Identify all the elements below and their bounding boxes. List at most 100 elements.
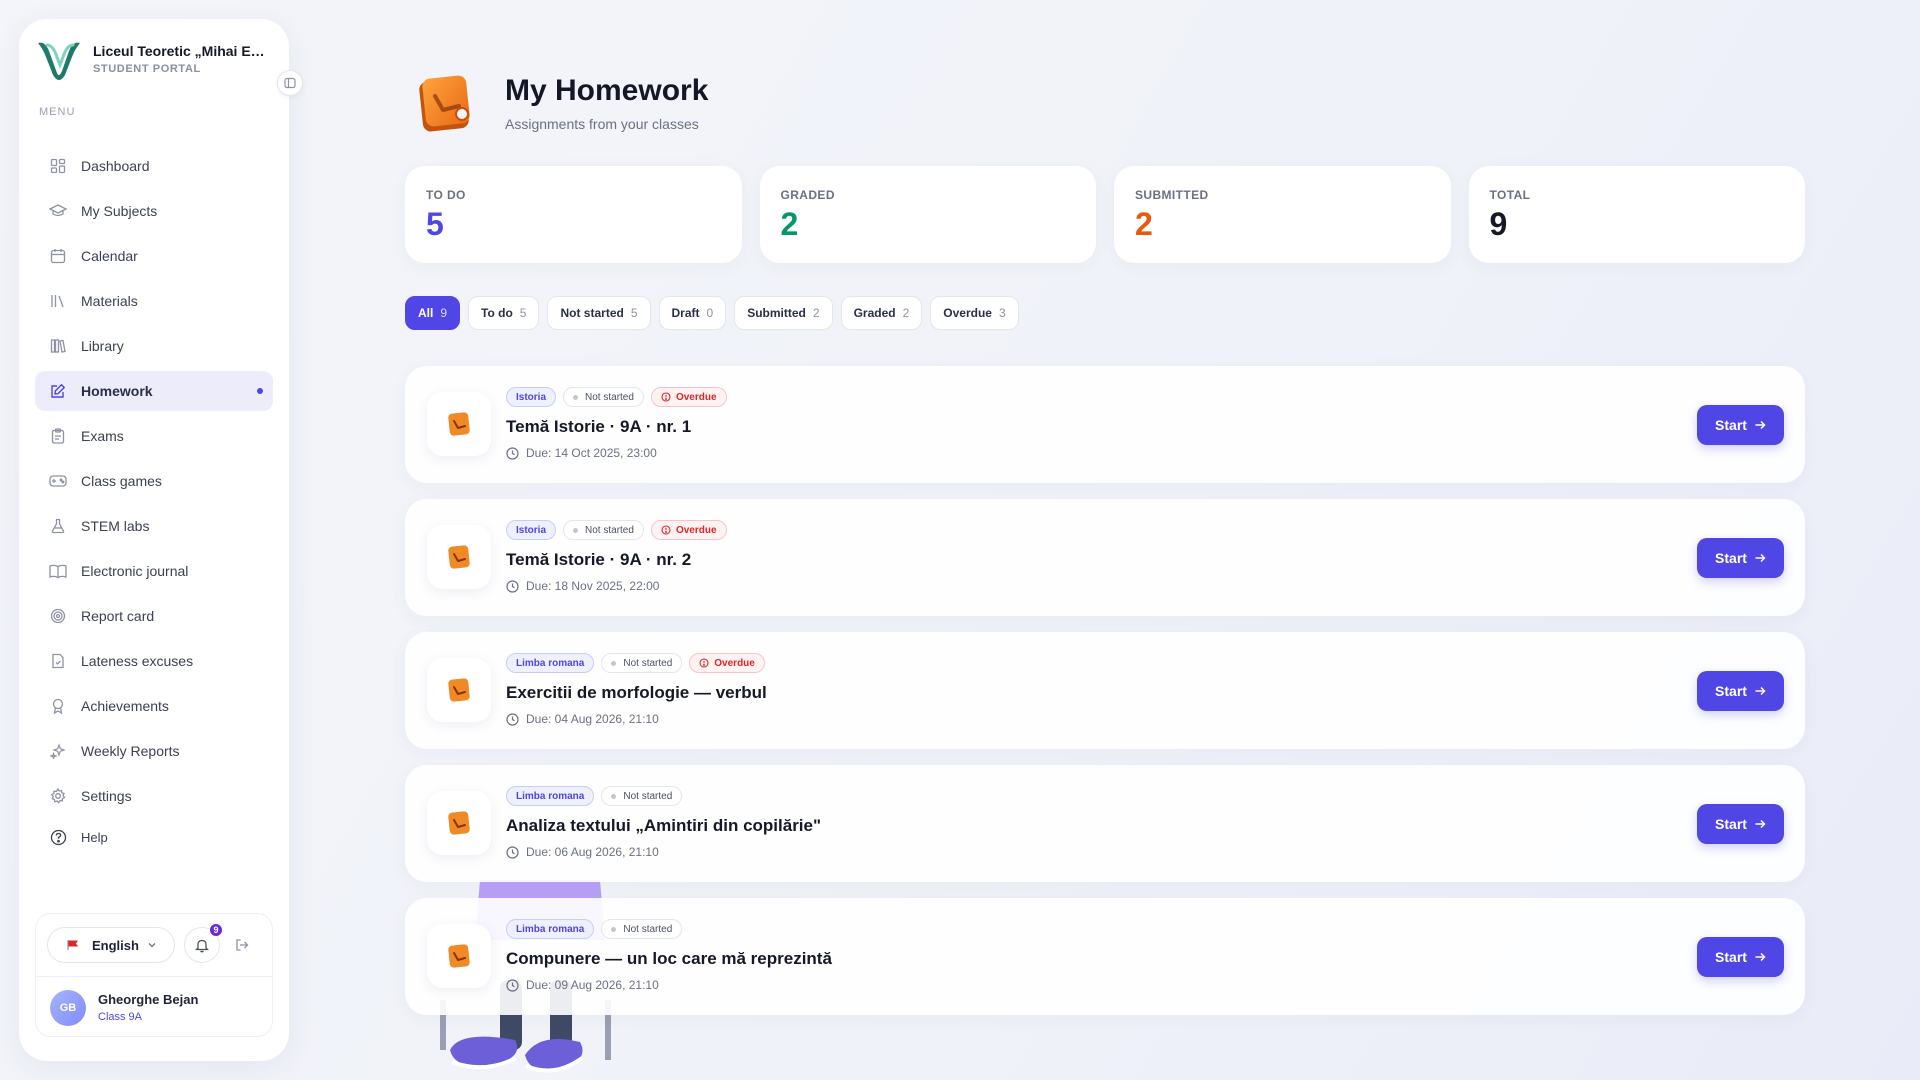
due-date: Due: 04 Aug 2026, 21:10 (506, 712, 659, 726)
homework-card[interactable]: Limba romana Not started Overdue Exercit… (405, 632, 1805, 749)
subject-tag: Limba romana (506, 653, 595, 673)
start-button[interactable]: Start (1697, 937, 1784, 977)
books-icon (49, 292, 67, 310)
clock-icon (506, 446, 519, 460)
overdue-label: Overdue (675, 391, 717, 403)
stat-label: SUBMITTED (1135, 188, 1209, 202)
start-label: Start (1715, 550, 1747, 566)
alert-circle-icon (661, 392, 671, 402)
status-badge: Not started (601, 786, 683, 806)
gamepad-icon (49, 472, 67, 490)
avatar[interactable]: GB (50, 990, 86, 1026)
arrow-right-icon (1754, 552, 1766, 564)
filter-draft[interactable]: Draft 0 (658, 296, 727, 330)
filter-all[interactable]: All 9 (405, 296, 461, 330)
overdue-badge: Overdue (650, 387, 727, 407)
sidebar-item-label: Library (81, 338, 124, 354)
homework-card[interactable]: Istoria Not started Overdue Temă Istorie… (405, 499, 1805, 616)
clock-icon (506, 712, 519, 726)
status-dot (611, 926, 617, 932)
filter-count: 2 (812, 306, 820, 320)
clipboard-icon (49, 427, 67, 445)
sidebar-item-label: My Subjects (81, 203, 158, 219)
stat-value: 2 (1135, 206, 1153, 242)
sidebar-item-label: STEM labs (81, 518, 150, 534)
portal-label: STUDENT PORTAL (93, 63, 201, 75)
start-button[interactable]: Start (1697, 405, 1784, 445)
stat-value: 9 (1489, 206, 1508, 242)
brand[interactable]: Liceul Teoretic „Mihai Emi... STUDENT PO… (35, 37, 273, 81)
sidebar-item-exams[interactable]: Exams (35, 416, 273, 456)
stat-label: TOTAL (1489, 188, 1531, 202)
user-name: Gheorghe Bejan (98, 992, 199, 1007)
filter-count: 3 (998, 306, 1006, 320)
sidebar-item-my-subjects[interactable]: My Subjects (35, 191, 273, 231)
filter-count: 0 (706, 306, 714, 320)
page-subtitle: Assignments from your classes (505, 116, 699, 132)
sidebar-item-report-card[interactable]: Report card (35, 596, 273, 636)
homework-notebook-icon (405, 62, 487, 144)
subject-tag: Limba romana (506, 919, 595, 939)
stat-card-submitted: SUBMITTED 2 (1114, 166, 1451, 263)
homework-thumbnail-icon (427, 392, 491, 456)
logout-button[interactable] (232, 935, 252, 955)
status-badge: Not started (601, 653, 683, 673)
school-logo-icon (38, 42, 80, 80)
document-icon (49, 652, 67, 670)
overdue-badge: Overdue (689, 653, 765, 673)
status-badge: Not started (563, 520, 644, 540)
due-date-text: Due: 14 Oct 2025, 23:00 (526, 446, 657, 460)
homework-tags: Limba romana Not started (506, 919, 683, 939)
homework-card[interactable]: Limba romana Not started Analiza textulu… (405, 765, 1805, 882)
due-date: Due: 18 Nov 2025, 22:00 (506, 579, 659, 593)
stats-row: TO DO 5 GRADED 2 SUBMITTED 2 TOTAL 9 (405, 166, 1805, 263)
homework-card[interactable]: Limba romana Not started Compunere — un … (405, 898, 1805, 1015)
subject-tag: Istoria (506, 520, 557, 540)
sidebar: Liceul Teoretic „Mihai Emi... STUDENT PO… (19, 19, 303, 1061)
notifications-button[interactable]: 9 (184, 923, 223, 963)
sidebar-item-settings[interactable]: Settings (35, 776, 273, 816)
stat-value: 5 (426, 206, 444, 242)
start-label: Start (1715, 417, 1747, 433)
book-open-icon (49, 562, 67, 580)
homework-icon (49, 382, 67, 400)
filter-graded[interactable]: Graded 2 (840, 296, 923, 330)
homework-tags: Limba romana Not started (506, 786, 683, 806)
footer-divider (36, 976, 272, 977)
filter-label: Not started (560, 306, 624, 320)
start-button[interactable]: Start (1697, 671, 1784, 711)
start-button[interactable]: Start (1697, 804, 1784, 844)
sidebar-item-stem-labs[interactable]: STEM labs (35, 506, 273, 546)
sidebar-item-calendar[interactable]: Calendar (35, 236, 273, 276)
sidebar-item-homework[interactable]: Homework (35, 371, 273, 411)
gear-icon (49, 787, 67, 805)
homework-title: Exercitii de morfologie — verbul (506, 683, 767, 702)
filter-submitted[interactable]: Submitted 2 (734, 296, 833, 330)
filter-to-do[interactable]: To do 5 (468, 296, 540, 330)
homework-tags: Istoria Not started Overdue (506, 387, 727, 407)
sidebar-item-label: Lateness excuses (81, 653, 194, 669)
homework-tags: Limba romana Not started Overdue (506, 653, 765, 673)
collapse-sidebar-button[interactable] (277, 70, 303, 96)
stat-label: TO DO (426, 188, 466, 202)
sidebar-item-class-games[interactable]: Class games (35, 461, 273, 501)
filter-not-started[interactable]: Not started 5 (547, 296, 651, 330)
sidebar-item-library[interactable]: Library (35, 326, 273, 366)
filter-label: Overdue (943, 306, 992, 320)
sidebar-item-dashboard[interactable]: Dashboard (35, 146, 273, 186)
award-icon (49, 697, 67, 715)
sidebar-item-help[interactable]: Help (35, 817, 273, 857)
sidebar-item-lateness-excuses[interactable]: Lateness excuses (35, 641, 273, 681)
filter-overdue[interactable]: Overdue 3 (930, 296, 1019, 330)
sidebar-footer: English 9 GB Gheorghe Bejan Class 9A (35, 913, 273, 1037)
homework-card[interactable]: Istoria Not started Overdue Temă Istorie… (405, 366, 1805, 483)
overdue-label: Overdue (714, 657, 755, 669)
start-button[interactable]: Start (1697, 538, 1784, 578)
sidebar-item-electronic-journal[interactable]: Electronic journal (35, 551, 273, 591)
sidebar-item-weekly-reports[interactable]: Weekly Reports (35, 731, 273, 771)
homework-title: Analiza textului „Amintiri din copilărie… (506, 816, 822, 835)
language-selector[interactable]: English (47, 927, 175, 963)
sidebar-item-label: Report card (81, 608, 155, 624)
sidebar-item-materials[interactable]: Materials (35, 281, 273, 321)
sidebar-item-achievements[interactable]: Achievements (35, 686, 273, 726)
